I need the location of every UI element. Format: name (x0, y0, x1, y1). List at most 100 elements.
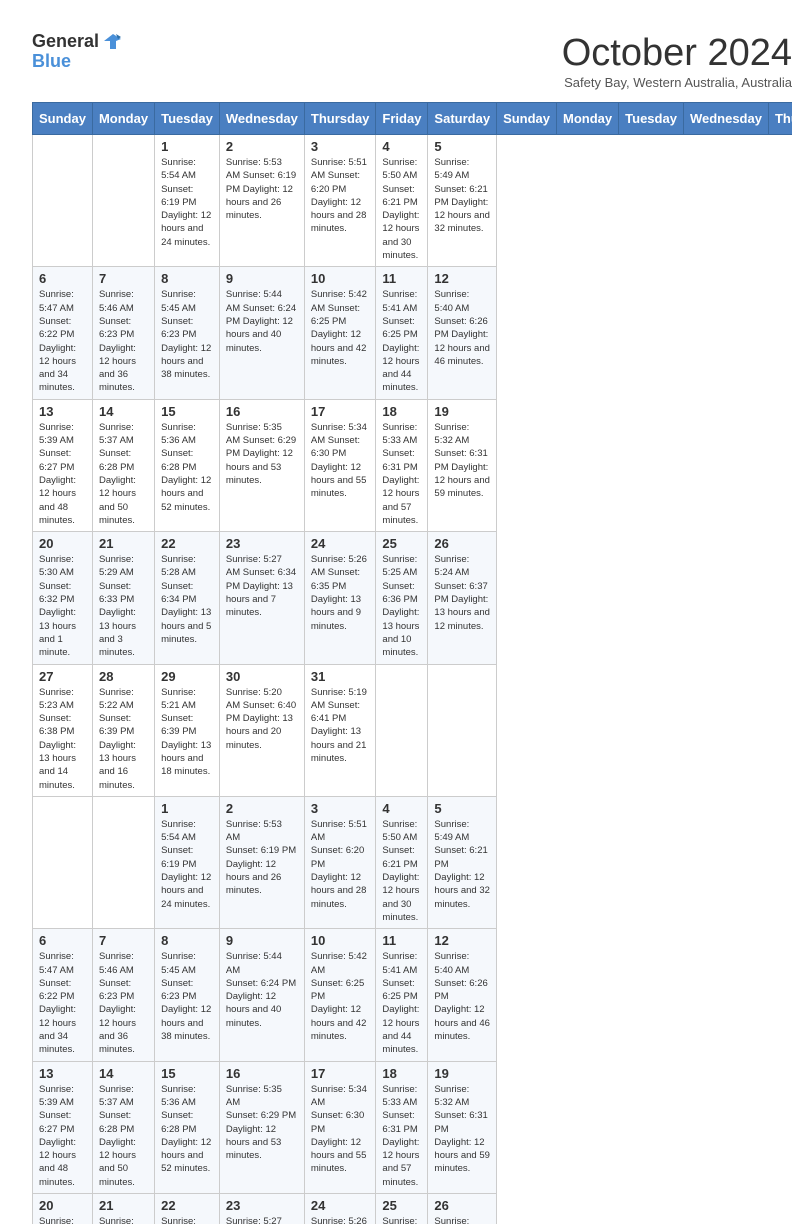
day-info: Sunrise: 5:44 AM Sunset: 6:24 PM Dayligh… (226, 288, 298, 354)
day-number: 19 (434, 404, 490, 419)
weekday-header-thursday: Thursday (304, 103, 376, 135)
calendar-cell: 9Sunrise: 5:44 AM Sunset: 6:24 PM Daylig… (219, 929, 304, 1061)
logo-container: General Blue (32, 32, 121, 72)
day-info: Sunrise: 5:54 AM Sunset: 6:19 PM Dayligh… (161, 818, 213, 911)
logo-bird-icon (101, 33, 121, 51)
calendar-cell: 23Sunrise: 5:27 AM Sunset: 6:34 PM Dayli… (219, 1194, 304, 1224)
day-number: 6 (39, 271, 86, 286)
weekday-header-monday: Monday (92, 103, 154, 135)
day-number: 28 (99, 669, 148, 684)
day-info: Sunrise: 5:34 AM Sunset: 6:30 PM Dayligh… (311, 421, 370, 501)
calendar-cell: 2Sunrise: 5:53 AM Sunset: 6:19 PM Daylig… (219, 135, 304, 267)
day-info: Sunrise: 5:41 AM Sunset: 6:25 PM Dayligh… (382, 288, 421, 394)
day-number: 23 (226, 1198, 298, 1213)
day-info: Sunrise: 5:49 AM Sunset: 6:21 PM Dayligh… (434, 156, 490, 236)
calendar-cell: 15Sunrise: 5:36 AM Sunset: 6:28 PM Dayli… (155, 1061, 220, 1193)
weekday-header-sunday: Sunday (33, 103, 93, 135)
day-number: 19 (434, 1066, 490, 1081)
day-number: 15 (161, 404, 213, 419)
calendar-cell: 27Sunrise: 5:23 AM Sunset: 6:38 PM Dayli… (33, 664, 93, 796)
day-info: Sunrise: 5:22 AM Sunset: 6:39 PM Dayligh… (99, 686, 148, 792)
calendar-cell: 29Sunrise: 5:21 AM Sunset: 6:39 PM Dayli… (155, 664, 220, 796)
day-number: 24 (311, 1198, 370, 1213)
calendar-cell: 12Sunrise: 5:40 AM Sunset: 6:26 PM Dayli… (428, 267, 497, 399)
calendar-cell: 22Sunrise: 5:28 AM Sunset: 6:34 PM Dayli… (155, 1194, 220, 1224)
calendar-cell: 6Sunrise: 5:47 AM Sunset: 6:22 PM Daylig… (33, 929, 93, 1061)
day-info: Sunrise: 5:40 AM Sunset: 6:26 PM Dayligh… (434, 950, 490, 1043)
month-year-title: October 2024 (562, 32, 792, 75)
day-number: 14 (99, 1066, 148, 1081)
day-info: Sunrise: 5:29 AM Sunset: 6:33 PM Dayligh… (99, 553, 148, 659)
day-number: 30 (226, 669, 298, 684)
calendar-cell: 17 Sunrise: 5:34 AM Sunset: 6:30 PM Dayli… (304, 399, 376, 531)
calendar-cell (33, 135, 93, 267)
weekday-header-friday: Friday (376, 103, 428, 135)
day-number: 1 (161, 139, 213, 154)
calendar-cell: 4Sunrise: 5:50 AM Sunset: 6:21 PM Daylig… (376, 796, 428, 928)
calendar-week-row: 13Sunrise: 5:39 AM Sunset: 6:27 PM Dayli… (33, 1061, 792, 1193)
calendar-cell (92, 135, 154, 267)
calendar-week-row: 1Sunrise: 5:54 AM Sunset: 6:19 PM Daylig… (33, 135, 792, 267)
day-number: 14 (99, 404, 148, 419)
calendar-week-row: 27Sunrise: 5:23 AM Sunset: 6:38 PM Dayli… (33, 664, 792, 796)
day-number: 15 (161, 1066, 213, 1081)
day-number: 6 (39, 933, 86, 948)
calendar-week-row: 1Sunrise: 5:54 AM Sunset: 6:19 PM Daylig… (33, 796, 792, 928)
calendar-cell: 10Sunrise: 5:42 AM Sunset: 6:25 PM Dayli… (304, 267, 376, 399)
location-text: Safety Bay, Western Australia, Australia (562, 75, 792, 90)
calendar-cell: 5Sunrise: 5:49 AM Sunset: 6:21 PM Daylig… (428, 135, 497, 267)
calendar-table: SundayMondayTuesdayWednesdayThursdayFrid… (32, 102, 792, 1224)
day-info: Sunrise: 5:47 AM Sunset: 6:22 PM Dayligh… (39, 288, 86, 394)
calendar-cell (92, 796, 154, 928)
day-info: Sunrise: 5:39 AM Sunset: 6:27 PM Dayligh… (39, 421, 86, 527)
day-number: 2 (226, 139, 298, 154)
day-info: Sunrise: 5:40 AM Sunset: 6:26 PM Dayligh… (434, 288, 490, 368)
day-number: 10 (311, 933, 370, 948)
day-info: Sunrise: 5:28 AM Sunset: 6:34 PM Dayligh… (161, 1215, 213, 1224)
day-info: Sunrise: 5:51 AM Sunset: 6:20 PM Dayligh… (311, 818, 370, 911)
day-number: 26 (434, 536, 490, 551)
weekday-header-row: SundayMondayTuesdayWednesdayThursdayFrid… (33, 103, 792, 135)
calendar-cell: 16Sunrise: 5:35 AM Sunset: 6:29 PM Dayli… (219, 399, 304, 531)
calendar-cell: 25Sunrise: 5:25 AM Sunset: 6:36 PM Dayli… (376, 532, 428, 664)
day-number: 17 (311, 404, 370, 419)
day-number: 2 (226, 801, 298, 816)
calendar-cell: 20Sunrise: 5:30 AM Sunset: 6:32 PM Dayli… (33, 532, 93, 664)
day-number: 13 (39, 1066, 86, 1081)
calendar-cell: 20Sunrise: 5:30 AM Sunset: 6:32 PM Dayli… (33, 1194, 93, 1224)
calendar-cell: 11Sunrise: 5:41 AM Sunset: 6:25 PM Dayli… (376, 929, 428, 1061)
calendar-cell: 7Sunrise: 5:46 AM Sunset: 6:23 PM Daylig… (92, 929, 154, 1061)
calendar-cell: 3Sunrise: 5:51 AM Sunset: 6:20 PM Daylig… (304, 796, 376, 928)
day-number: 18 (382, 404, 421, 419)
day-number: 25 (382, 1198, 421, 1213)
day-info: Sunrise: 5:19 AM Sunset: 6:41 PM Dayligh… (311, 686, 370, 766)
day-info: Sunrise: 5:30 AM Sunset: 6:32 PM Dayligh… (39, 1215, 86, 1224)
day-info: Sunrise: 5:50 AM Sunset: 6:21 PM Dayligh… (382, 156, 421, 262)
day-number: 24 (311, 536, 370, 551)
calendar-cell: 17Sunrise: 5:34 AM Sunset: 6:30 PM Dayli… (304, 1061, 376, 1193)
day-info: Sunrise: 5:34 AM Sunset: 6:30 PM Dayligh… (311, 1083, 370, 1176)
title-area: October 2024 Safety Bay, Western Austral… (562, 32, 792, 90)
logo-general: General (32, 32, 99, 52)
day-number: 7 (99, 271, 148, 286)
calendar-cell: 6 Sunrise: 5:47 AM Sunset: 6:22 PM Daylig… (33, 267, 93, 399)
day-info: Sunrise: 5:23 AM Sunset: 6:38 PM Dayligh… (39, 686, 86, 792)
day-info: Sunrise: 5:53 AM Sunset: 6:19 PM Dayligh… (226, 818, 298, 898)
day-number: 11 (382, 933, 421, 948)
calendar-cell: 26Sunrise: 5:24 AM Sunset: 6:37 PM Dayli… (428, 1194, 497, 1224)
day-number: 21 (99, 536, 148, 551)
calendar-cell: 24Sunrise: 5:26 AM Sunset: 6:35 PM Dayli… (304, 532, 376, 664)
calendar-cell: 21 Sunrise: 5:29 AM Sunset: 6:33 PM Dayli… (92, 532, 154, 664)
day-info: Sunrise: 5:45 AM Sunset: 6:23 PM Dayligh… (161, 950, 213, 1043)
calendar-cell: 25Sunrise: 5:25 AM Sunset: 6:36 PM Dayli… (376, 1194, 428, 1224)
day-info: Sunrise: 5:36 AM Sunset: 6:28 PM Dayligh… (161, 421, 213, 514)
day-info: Sunrise: 5:24 AM Sunset: 6:37 PM Dayligh… (434, 1215, 490, 1224)
day-info: Sunrise: 5:30 AM Sunset: 6:32 PM Dayligh… (39, 553, 86, 659)
calendar-week-row: 20Sunrise: 5:30 AM Sunset: 6:32 PM Dayli… (33, 532, 792, 664)
day-info: Sunrise: 5:27 AM Sunset: 6:34 PM Dayligh… (226, 553, 298, 619)
calendar-cell: 5Sunrise: 5:49 AM Sunset: 6:21 PM Daylig… (428, 796, 497, 928)
day-number: 9 (226, 271, 298, 286)
day-number: 23 (226, 536, 298, 551)
calendar-cell: 8Sunrise: 5:45 AM Sunset: 6:23 PM Daylig… (155, 929, 220, 1061)
day-info: Sunrise: 5:49 AM Sunset: 6:21 PM Dayligh… (434, 818, 490, 911)
